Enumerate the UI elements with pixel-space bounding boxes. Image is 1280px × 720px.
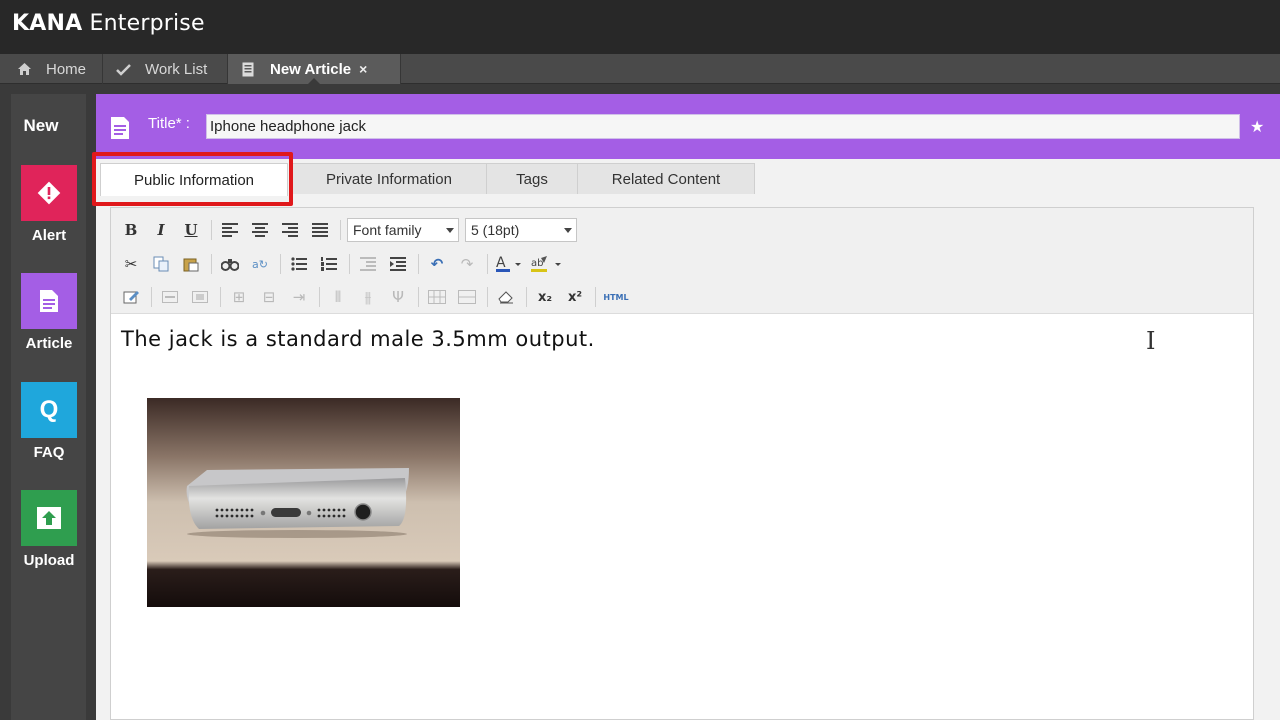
- app-brand: KANA Enterprise: [12, 11, 205, 36]
- app-header: KANA Enterprise: [0, 0, 1280, 54]
- editor-content-area[interactable]: The jack is a standard male 3.5mm output…: [111, 315, 1253, 719]
- row-before-icon[interactable]: ⊞: [227, 285, 251, 309]
- highlight-color-icon[interactable]: ab: [530, 252, 564, 276]
- font-size-value: 5 (18pt): [471, 222, 520, 238]
- star-icon[interactable]: ★: [1250, 117, 1264, 136]
- document-icon: [240, 61, 256, 77]
- absolute-position-icon[interactable]: [188, 285, 212, 309]
- embedded-image[interactable]: [147, 398, 460, 607]
- tab-related-content[interactable]: Related Content: [577, 163, 755, 194]
- toolbar-row-1: B I U Font family 5 (18pt): [119, 216, 583, 244]
- sidebar-item-faq-label: FAQ: [33, 444, 65, 461]
- editor-toolbar: B I U Font family 5 (18pt) ✂ a↻ ↶ ↷ A ab…: [111, 208, 1253, 314]
- sidebar-item-faq[interactable]: Q FAQ: [21, 382, 77, 461]
- font-size-select[interactable]: 5 (18pt): [465, 218, 577, 242]
- align-right-icon[interactable]: [278, 218, 302, 242]
- superscript-button[interactable]: x²: [563, 285, 587, 309]
- sidebar-item-alert[interactable]: Alert: [21, 165, 77, 244]
- toolbar-row-2: ✂ a↻ ↶ ↷ A ab: [119, 250, 570, 278]
- merge-cells-icon[interactable]: [455, 285, 479, 309]
- col-before-icon[interactable]: ⫴: [326, 285, 350, 309]
- replace-icon[interactable]: a↻: [248, 252, 272, 276]
- tab-work-list[interactable]: Work List: [103, 54, 227, 84]
- font-family-value: Font family: [353, 222, 422, 238]
- create-sidebar: New Alert Article Q FAQ Upload: [11, 94, 86, 720]
- faq-icon: Q: [21, 382, 77, 438]
- numbered-list-icon[interactable]: [317, 252, 341, 276]
- insert-layer-icon[interactable]: [158, 285, 182, 309]
- editor-body-text: The jack is a standard male 3.5mm output…: [121, 327, 595, 351]
- bold-button[interactable]: B: [119, 218, 143, 242]
- close-tab-icon[interactable]: ×: [359, 61, 367, 77]
- sidebar-item-alert-label: Alert: [31, 227, 67, 244]
- cut-icon[interactable]: ✂: [119, 252, 143, 276]
- check-icon: [115, 61, 131, 77]
- col-after-icon[interactable]: ⫵: [356, 285, 380, 309]
- align-center-icon[interactable]: [248, 218, 272, 242]
- sidebar-item-article-label: Article: [25, 335, 73, 352]
- html-source-button[interactable]: HTML: [602, 285, 630, 309]
- text-cursor-icon: I: [1146, 327, 1156, 355]
- subscript-button[interactable]: x₂: [533, 285, 557, 309]
- delete-row-icon[interactable]: ⇥: [287, 285, 311, 309]
- upload-icon: [21, 490, 77, 546]
- text-color-icon[interactable]: A: [494, 252, 524, 276]
- undo-icon[interactable]: ↶: [425, 252, 449, 276]
- sidebar-item-upload-label: Upload: [23, 552, 75, 569]
- brand-light: Enterprise: [89, 11, 205, 36]
- rich-text-editor: B I U Font family 5 (18pt) ✂ a↻ ↶ ↷ A ab…: [110, 207, 1254, 720]
- alert-icon: [21, 165, 77, 221]
- paste-icon[interactable]: [179, 252, 203, 276]
- delete-col-icon[interactable]: Ψ: [386, 285, 410, 309]
- tab-tags[interactable]: Tags: [486, 163, 578, 194]
- title-label: Title* :: [148, 115, 190, 132]
- article-title-bar: Title* : ★: [96, 94, 1280, 159]
- indent-icon[interactable]: [386, 252, 410, 276]
- split-cells-icon[interactable]: [425, 285, 449, 309]
- redo-icon[interactable]: ↷: [455, 252, 479, 276]
- nav-tab-bar: Home Work List New Article ×: [0, 54, 1280, 84]
- tab-private-information[interactable]: Private Information: [291, 163, 487, 194]
- article-icon: [21, 273, 77, 329]
- tab-work-list-label: Work List: [145, 60, 208, 78]
- article-editor-panel: Title* : ★ Public Information Private In…: [92, 94, 1280, 720]
- tab-home[interactable]: Home: [4, 54, 102, 84]
- edit-style-icon[interactable]: [119, 285, 143, 309]
- sidebar-item-upload[interactable]: Upload: [21, 490, 77, 569]
- find-icon[interactable]: [218, 252, 242, 276]
- sidebar-item-article[interactable]: Article: [21, 273, 77, 352]
- tab-home-label: Home: [46, 60, 87, 78]
- eraser-icon[interactable]: [494, 285, 518, 309]
- align-left-icon[interactable]: [218, 218, 242, 242]
- title-input[interactable]: [206, 114, 1240, 139]
- row-after-icon[interactable]: ⊟: [257, 285, 281, 309]
- svg-text:A: A: [496, 255, 506, 271]
- tab-new-article-label: New Article: [270, 60, 352, 78]
- font-family-select[interactable]: Font family: [347, 218, 459, 242]
- active-tab-notch: [308, 78, 320, 84]
- tab-public-information[interactable]: Public Information: [100, 163, 288, 196]
- svg-text:ab: ab: [531, 258, 543, 269]
- bullet-list-icon[interactable]: [287, 252, 311, 276]
- outdent-icon[interactable]: [356, 252, 380, 276]
- article-doc-icon: [110, 116, 130, 140]
- sidebar-heading: New: [23, 116, 59, 135]
- home-icon: [16, 61, 32, 77]
- justify-icon[interactable]: [308, 218, 332, 242]
- underline-button[interactable]: U: [179, 218, 203, 242]
- copy-icon[interactable]: [149, 252, 173, 276]
- italic-button[interactable]: I: [149, 218, 173, 242]
- toolbar-row-3: ⊞ ⊟ ⇥ ⫴ ⫵ Ψ x₂ x² HTML: [119, 283, 636, 311]
- brand-bold: KANA: [12, 11, 83, 36]
